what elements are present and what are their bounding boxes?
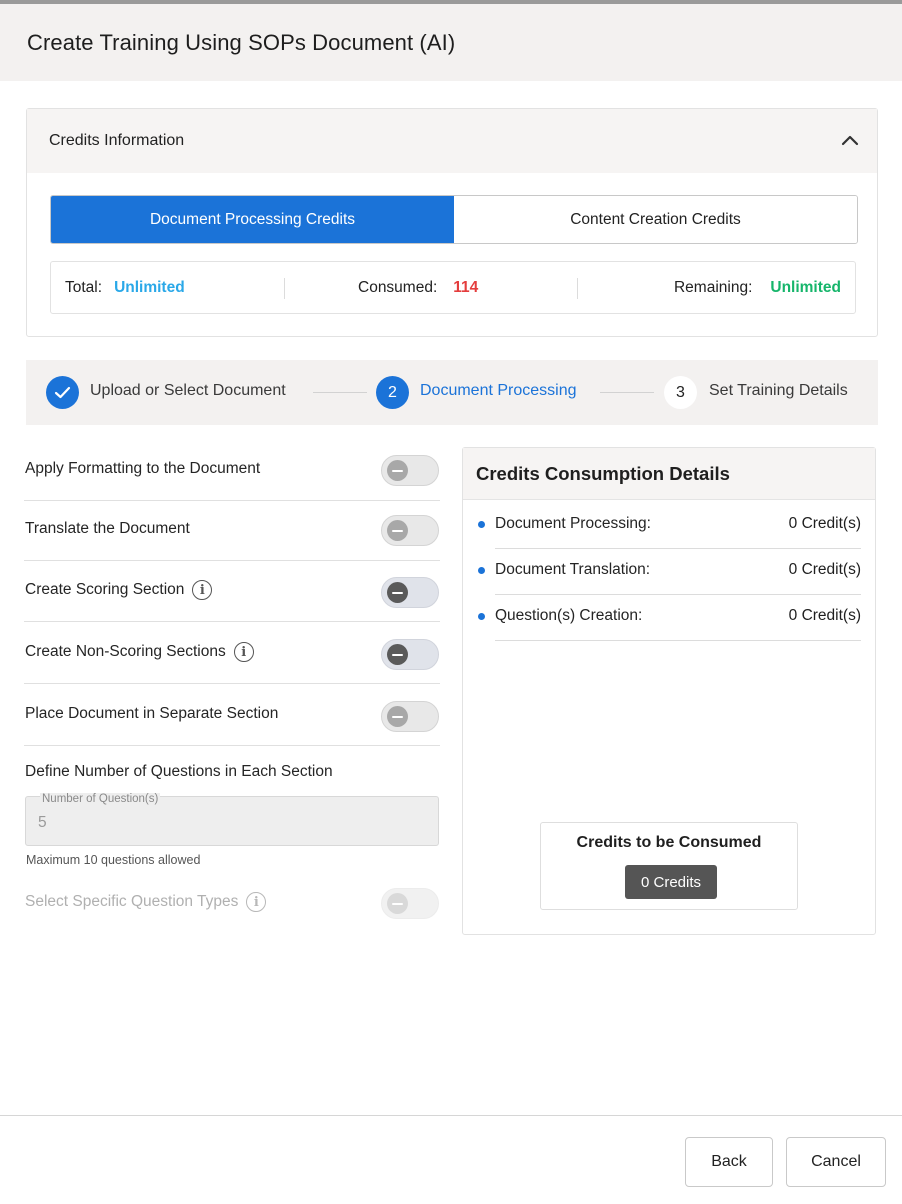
- bullet-icon: [478, 567, 485, 574]
- step-connector: [313, 392, 367, 393]
- option-label: Place Document in Separate Section: [25, 705, 279, 722]
- step-1-check-icon: [46, 376, 79, 409]
- stat-remaining-label: Remaining:: [673, 279, 753, 296]
- option-place-document-separate-section: Place Document in Separate Section: [24, 684, 440, 746]
- info-icon[interactable]: i: [192, 580, 213, 600]
- step-2-label: Document Processing: [420, 382, 577, 399]
- toggle-knob: [387, 644, 408, 665]
- progress-stepper: Upload or Select Document 2 Document Pro…: [26, 360, 878, 425]
- chevron-up-icon[interactable]: [841, 133, 859, 147]
- option-label: Create Non-Scoring Sections i: [25, 642, 254, 662]
- stat-divider: [577, 278, 578, 299]
- stat-consumed-label: Consumed:: [358, 279, 438, 296]
- define-questions-label: Define Number of Questions in Each Secti…: [25, 763, 333, 780]
- option-label: Apply Formatting to the Document: [25, 460, 261, 477]
- step-3-label: Set Training Details: [709, 382, 848, 399]
- consumption-row-questions-creation: Question(s) Creation: 0 Credit(s): [478, 595, 861, 641]
- create-non-scoring-sections-toggle[interactable]: [381, 639, 439, 670]
- info-icon[interactable]: i: [233, 642, 254, 662]
- number-of-questions-value: 5: [38, 814, 47, 831]
- step-connector: [600, 392, 654, 393]
- bullet-icon: [478, 521, 485, 528]
- stat-remaining-value: Unlimited: [770, 279, 841, 296]
- number-of-questions-label: Number of Question(s): [40, 793, 161, 805]
- option-create-non-scoring-sections: Create Non-Scoring Sections i: [24, 622, 440, 684]
- toggle-knob: [387, 706, 408, 727]
- option-label: Translate the Document: [25, 520, 190, 537]
- stat-remaining: Remaining: Unlimited: [674, 279, 841, 297]
- option-create-scoring-section: Create Scoring Section i: [24, 560, 440, 622]
- consumption-row-document-processing: Document Processing: 0 Credit(s): [478, 503, 861, 549]
- credits-information-title: Credits Information: [49, 132, 185, 149]
- dialog-title: Create Training Using SOPs Document (AI): [27, 30, 456, 55]
- step-1-label: Upload or Select Document: [90, 382, 286, 399]
- stat-divider: [284, 278, 285, 299]
- place-document-separate-section-toggle[interactable]: [381, 701, 439, 732]
- back-button[interactable]: Back: [685, 1137, 773, 1187]
- stat-total-label: Total:: [65, 279, 103, 296]
- dialog-header: Create Training Using SOPs Document (AI): [0, 4, 902, 81]
- select-question-types-label: Select Specific Question Types i: [25, 892, 267, 912]
- tab-content-creation-credits[interactable]: Content Creation Credits: [454, 196, 857, 243]
- footer-divider: [0, 1115, 902, 1116]
- credits-consumption-title: Credits Consumption Details: [476, 463, 730, 484]
- credits-to-be-consumed-badge: 0 Credits: [625, 865, 717, 899]
- credits-to-be-consumed-title: Credits to be Consumed: [576, 834, 762, 851]
- step-2-number: 2: [376, 376, 409, 409]
- number-of-questions-field[interactable]: Number of Question(s) 5: [25, 793, 439, 846]
- consumption-row-document-translation: Document Translation: 0 Credit(s): [478, 549, 861, 595]
- cancel-button[interactable]: Cancel: [786, 1137, 886, 1187]
- tab-document-processing-credits[interactable]: Document Processing Credits: [51, 196, 454, 243]
- toggle-knob: [387, 460, 408, 481]
- toggle-knob: [387, 582, 408, 603]
- option-translate-document: Translate the Document: [24, 500, 440, 561]
- option-label: Create Scoring Section i: [25, 580, 213, 600]
- step-3-number: 3: [664, 376, 697, 409]
- translate-document-toggle[interactable]: [381, 515, 439, 546]
- max-questions-hint: Maximum 10 questions allowed: [26, 853, 201, 867]
- toggle-knob: [387, 520, 408, 541]
- option-apply-formatting: Apply Formatting to the Document: [24, 440, 440, 501]
- credits-to-be-consumed-box: Credits to be Consumed 0 Credits: [540, 822, 798, 910]
- select-question-types-toggle[interactable]: [381, 888, 439, 919]
- credits-stats: Total: Unlimited Consumed: 114 Remaining: U…: [50, 261, 856, 314]
- bullet-icon: [478, 613, 485, 620]
- stat-consumed: Consumed: 114: [358, 279, 478, 297]
- toggle-knob: [387, 893, 408, 914]
- credits-information-panel: Credits Information Document Processing …: [26, 108, 878, 337]
- credits-consumption-header: Credits Consumption Details: [463, 448, 875, 500]
- credits-consumption-panel: Credits Consumption Details Document Pro…: [462, 447, 876, 935]
- apply-formatting-toggle[interactable]: [381, 455, 439, 486]
- stat-consumed-value: 114: [453, 279, 479, 296]
- info-icon[interactable]: i: [246, 892, 267, 912]
- credits-tabs: Document Processing Credits Content Crea…: [50, 195, 858, 244]
- stat-total-value: Unlimited: [114, 279, 185, 296]
- credits-information-header[interactable]: Credits Information: [27, 109, 877, 173]
- create-scoring-section-toggle[interactable]: [381, 577, 439, 608]
- stat-total: Total: Unlimited: [65, 279, 185, 297]
